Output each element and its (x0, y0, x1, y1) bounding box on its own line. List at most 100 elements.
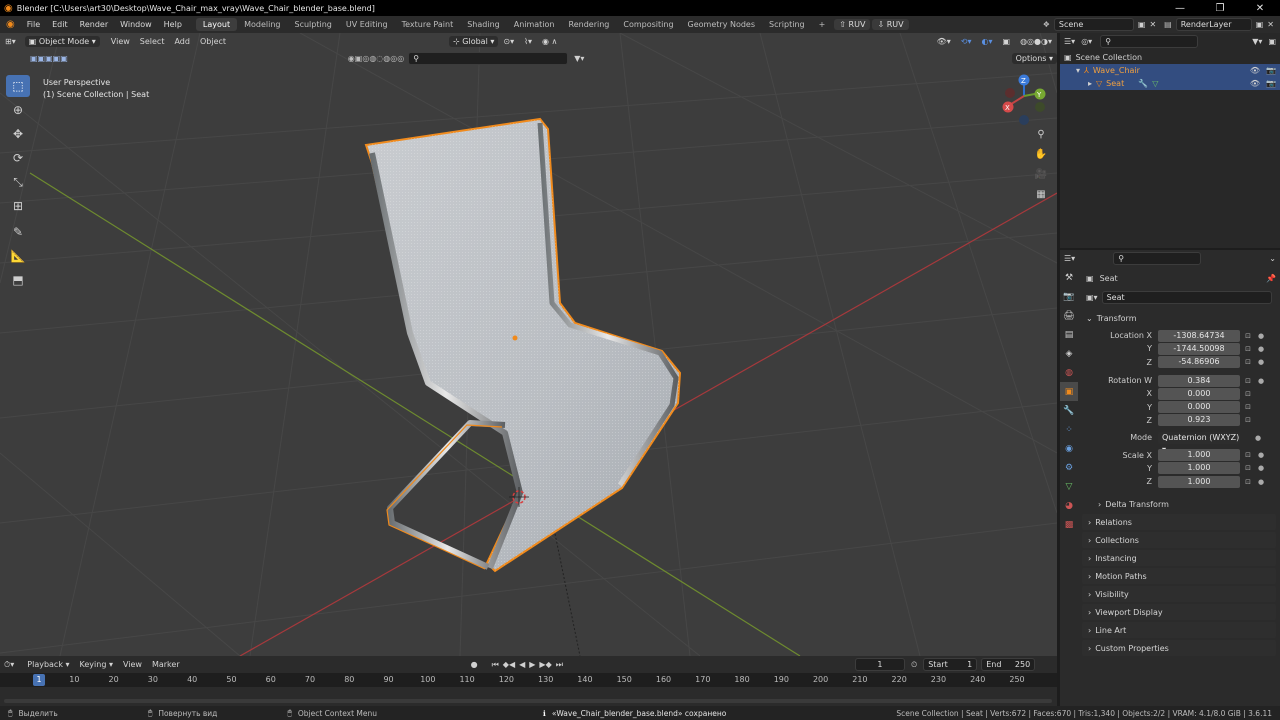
rotation-x-field[interactable]: 0.000 (1158, 387, 1240, 400)
timer-icon[interactable]: ⏲ (911, 660, 917, 670)
delta-transform-header[interactable]: › Delta Transform (1082, 496, 1280, 512)
view-layer-icon[interactable]: ▤ (1164, 20, 1172, 29)
jump-keyframe-back-icon[interactable]: ◆◀ (503, 660, 515, 669)
scale-z-field[interactable]: 1.000 (1158, 475, 1240, 488)
render-tab-icon[interactable]: 📷 (1060, 287, 1078, 306)
world-tab-icon[interactable]: ◍ (1060, 363, 1078, 382)
constraints-tab-icon[interactable]: ⚙ (1060, 458, 1078, 477)
panel-visibility[interactable]: › Visibility (1082, 586, 1276, 603)
outliner-row-scene-collection[interactable]: ▣ Scene Collection (1060, 51, 1280, 64)
physics-tab-icon[interactable]: ◉ (1060, 439, 1078, 458)
ruv-button-1[interactable]: ⇧ RUV (834, 19, 871, 30)
menu-window[interactable]: Window (114, 20, 158, 29)
new-collection-icon[interactable]: ▣ (1268, 37, 1276, 46)
scene-icon[interactable]: ❖ (1043, 20, 1050, 29)
filter-icon[interactable]: ▼▾ (1252, 37, 1262, 46)
panel-instancing[interactable]: › Instancing (1082, 550, 1276, 567)
add-workspace-button[interactable]: + (812, 18, 833, 31)
eye-icon[interactable]: 👁 (1250, 79, 1260, 88)
menu-view[interactable]: View (106, 37, 135, 46)
timeline-scrollbar[interactable] (4, 699, 1052, 703)
menu-file[interactable]: File (21, 20, 46, 29)
outliner-row-wave-chair[interactable]: ▾ ⅄ Wave_Chair 👁 📷 (1060, 64, 1280, 77)
timeline-ruler[interactable]: 1 10 20 30 40 50 60 70 80 90 100 110 120 130 140 150 160… (0, 673, 1057, 687)
tool-tab-icon[interactable]: ⚒ (1060, 268, 1078, 287)
properties-editor-icon[interactable]: ☰▾ (1064, 254, 1075, 263)
delete-view-layer-icon[interactable]: ✕ (1267, 20, 1274, 29)
data-tab-icon[interactable]: ▽ (1060, 477, 1078, 496)
outliner-row-seat[interactable]: ▸ ▽ Seat 🔧 ▽ 👁 📷 (1060, 77, 1280, 90)
location-y-field[interactable]: -1744.50098 (1158, 342, 1240, 355)
camera-icon[interactable]: 📷 (1266, 79, 1276, 88)
lock-icon[interactable]: ⊡ (1243, 451, 1253, 459)
keyframe-dot-icon[interactable]: ● (1256, 358, 1266, 366)
new-view-layer-icon[interactable]: ▣ (1256, 20, 1264, 29)
lock-icon[interactable]: ⊡ (1243, 377, 1253, 385)
location-z-field[interactable]: -54.86906 (1158, 356, 1240, 369)
end-frame-field[interactable]: End 250 (981, 658, 1036, 671)
tab-rendering[interactable]: Rendering (562, 18, 617, 31)
menu-playback[interactable]: Playback ▾ (22, 660, 74, 669)
filter-icons[interactable]: ◉▣◎◍◌◍◎◎ (348, 54, 404, 63)
scene-tab-icon[interactable]: ◈ (1060, 344, 1078, 363)
minimize-button[interactable]: — (1160, 3, 1200, 14)
chair-mesh[interactable] (364, 117, 682, 573)
transform-tool-icon[interactable]: ⊞ (6, 195, 30, 217)
scale-tool-icon[interactable]: ⤡ (6, 171, 30, 193)
cursor-tool-icon[interactable]: ⊕ (6, 99, 30, 121)
shading-modes-icon[interactable]: ◍◎●◑▾ (1015, 37, 1057, 46)
filter-funnel-icon[interactable]: ▼▾ (574, 54, 584, 63)
lock-icon[interactable]: ⊡ (1243, 345, 1253, 353)
proportional-edit-icon[interactable]: ◉ ∧ (537, 37, 562, 46)
keyframe-dot-icon[interactable]: ● (1256, 332, 1266, 340)
jump-end-icon[interactable]: ⏭ (556, 660, 563, 670)
snap-icon[interactable]: ⌇▾ (519, 37, 537, 46)
menu-marker[interactable]: Marker (147, 660, 185, 669)
location-x-field[interactable]: -1308.64734 (1158, 329, 1240, 342)
close-button[interactable]: ✕ (1240, 3, 1280, 14)
eye-icon[interactable]: 👁 (1250, 66, 1260, 75)
select-mode-icons[interactable]: ▣▣▣▣▣ (30, 54, 68, 63)
rotation-z-field[interactable]: 0.923 (1158, 414, 1240, 427)
gizmo-toggle-icon[interactable]: ⟲▾ (956, 37, 977, 46)
scale-y-field[interactable]: 1.000 (1158, 462, 1240, 475)
keyframe-dot-icon[interactable]: ● (1253, 434, 1263, 442)
keyframe-dot-icon[interactable]: ● (1256, 464, 1266, 472)
editor-type-icon[interactable]: ⊞▾ (0, 37, 21, 46)
xray-icon[interactable]: ▣ (998, 37, 1016, 46)
navigation-gizmo[interactable]: Z X Y (1002, 74, 1046, 126)
move-tool-icon[interactable]: ✥ (6, 123, 30, 145)
tab-shading[interactable]: Shading (460, 18, 507, 31)
ruv-button-2[interactable]: ⇩ RUV (872, 19, 909, 30)
rotate-tool-icon[interactable]: ⟳ (6, 147, 30, 169)
menu-add[interactable]: Add (169, 37, 195, 46)
camera-view-icon[interactable]: 🎥 (1032, 169, 1050, 189)
keyframe-dot-icon[interactable]: ● (1256, 377, 1266, 385)
camera-icon[interactable]: 📷 (1266, 66, 1276, 75)
options-dropdown[interactable]: Options ▾ (1011, 52, 1057, 64)
pin-icon[interactable]: 📌 (1266, 274, 1276, 283)
scene-selector[interactable]: Scene (1053, 18, 1134, 31)
timeline-editor-icon[interactable]: ⏱▾ (4, 660, 14, 670)
menu-help[interactable]: Help (158, 20, 188, 29)
blender-menu-icon[interactable]: ◉ (0, 19, 21, 30)
menu-timeline-view[interactable]: View (118, 660, 147, 669)
jump-keyframe-forward-icon[interactable]: ▶◆ (539, 660, 551, 669)
lock-icon[interactable]: ⊡ (1243, 358, 1253, 366)
rotation-mode-dropdown[interactable]: Quaternion (WXYZ) ▾ (1158, 431, 1240, 454)
lock-icon[interactable]: ⊡ (1243, 464, 1253, 472)
zoom-icon[interactable]: ⚲ (1032, 129, 1050, 149)
panel-collections[interactable]: › Collections (1082, 532, 1276, 549)
rotation-w-field[interactable]: 0.384 (1158, 374, 1240, 387)
annotate-tool-icon[interactable]: ✎ (6, 221, 30, 243)
object-type-icon[interactable]: ▣▾ (1086, 293, 1098, 302)
outliner-search[interactable]: ⚲ (1100, 34, 1199, 48)
panel-motion-paths[interactable]: › Motion Paths (1082, 568, 1276, 585)
tab-compositing[interactable]: Compositing (616, 18, 680, 31)
particles-tab-icon[interactable]: ⁘ (1060, 420, 1078, 439)
mode-dropdown[interactable]: ▣ Object Mode ▾ (24, 36, 100, 47)
viewport-search-field[interactable]: ⚲ (408, 51, 569, 65)
add-cube-tool-icon[interactable]: ⬒ (6, 269, 30, 291)
overlay-toggle-icon[interactable]: ◐▾ (977, 37, 998, 46)
rotation-y-field[interactable]: 0.000 (1158, 401, 1240, 414)
